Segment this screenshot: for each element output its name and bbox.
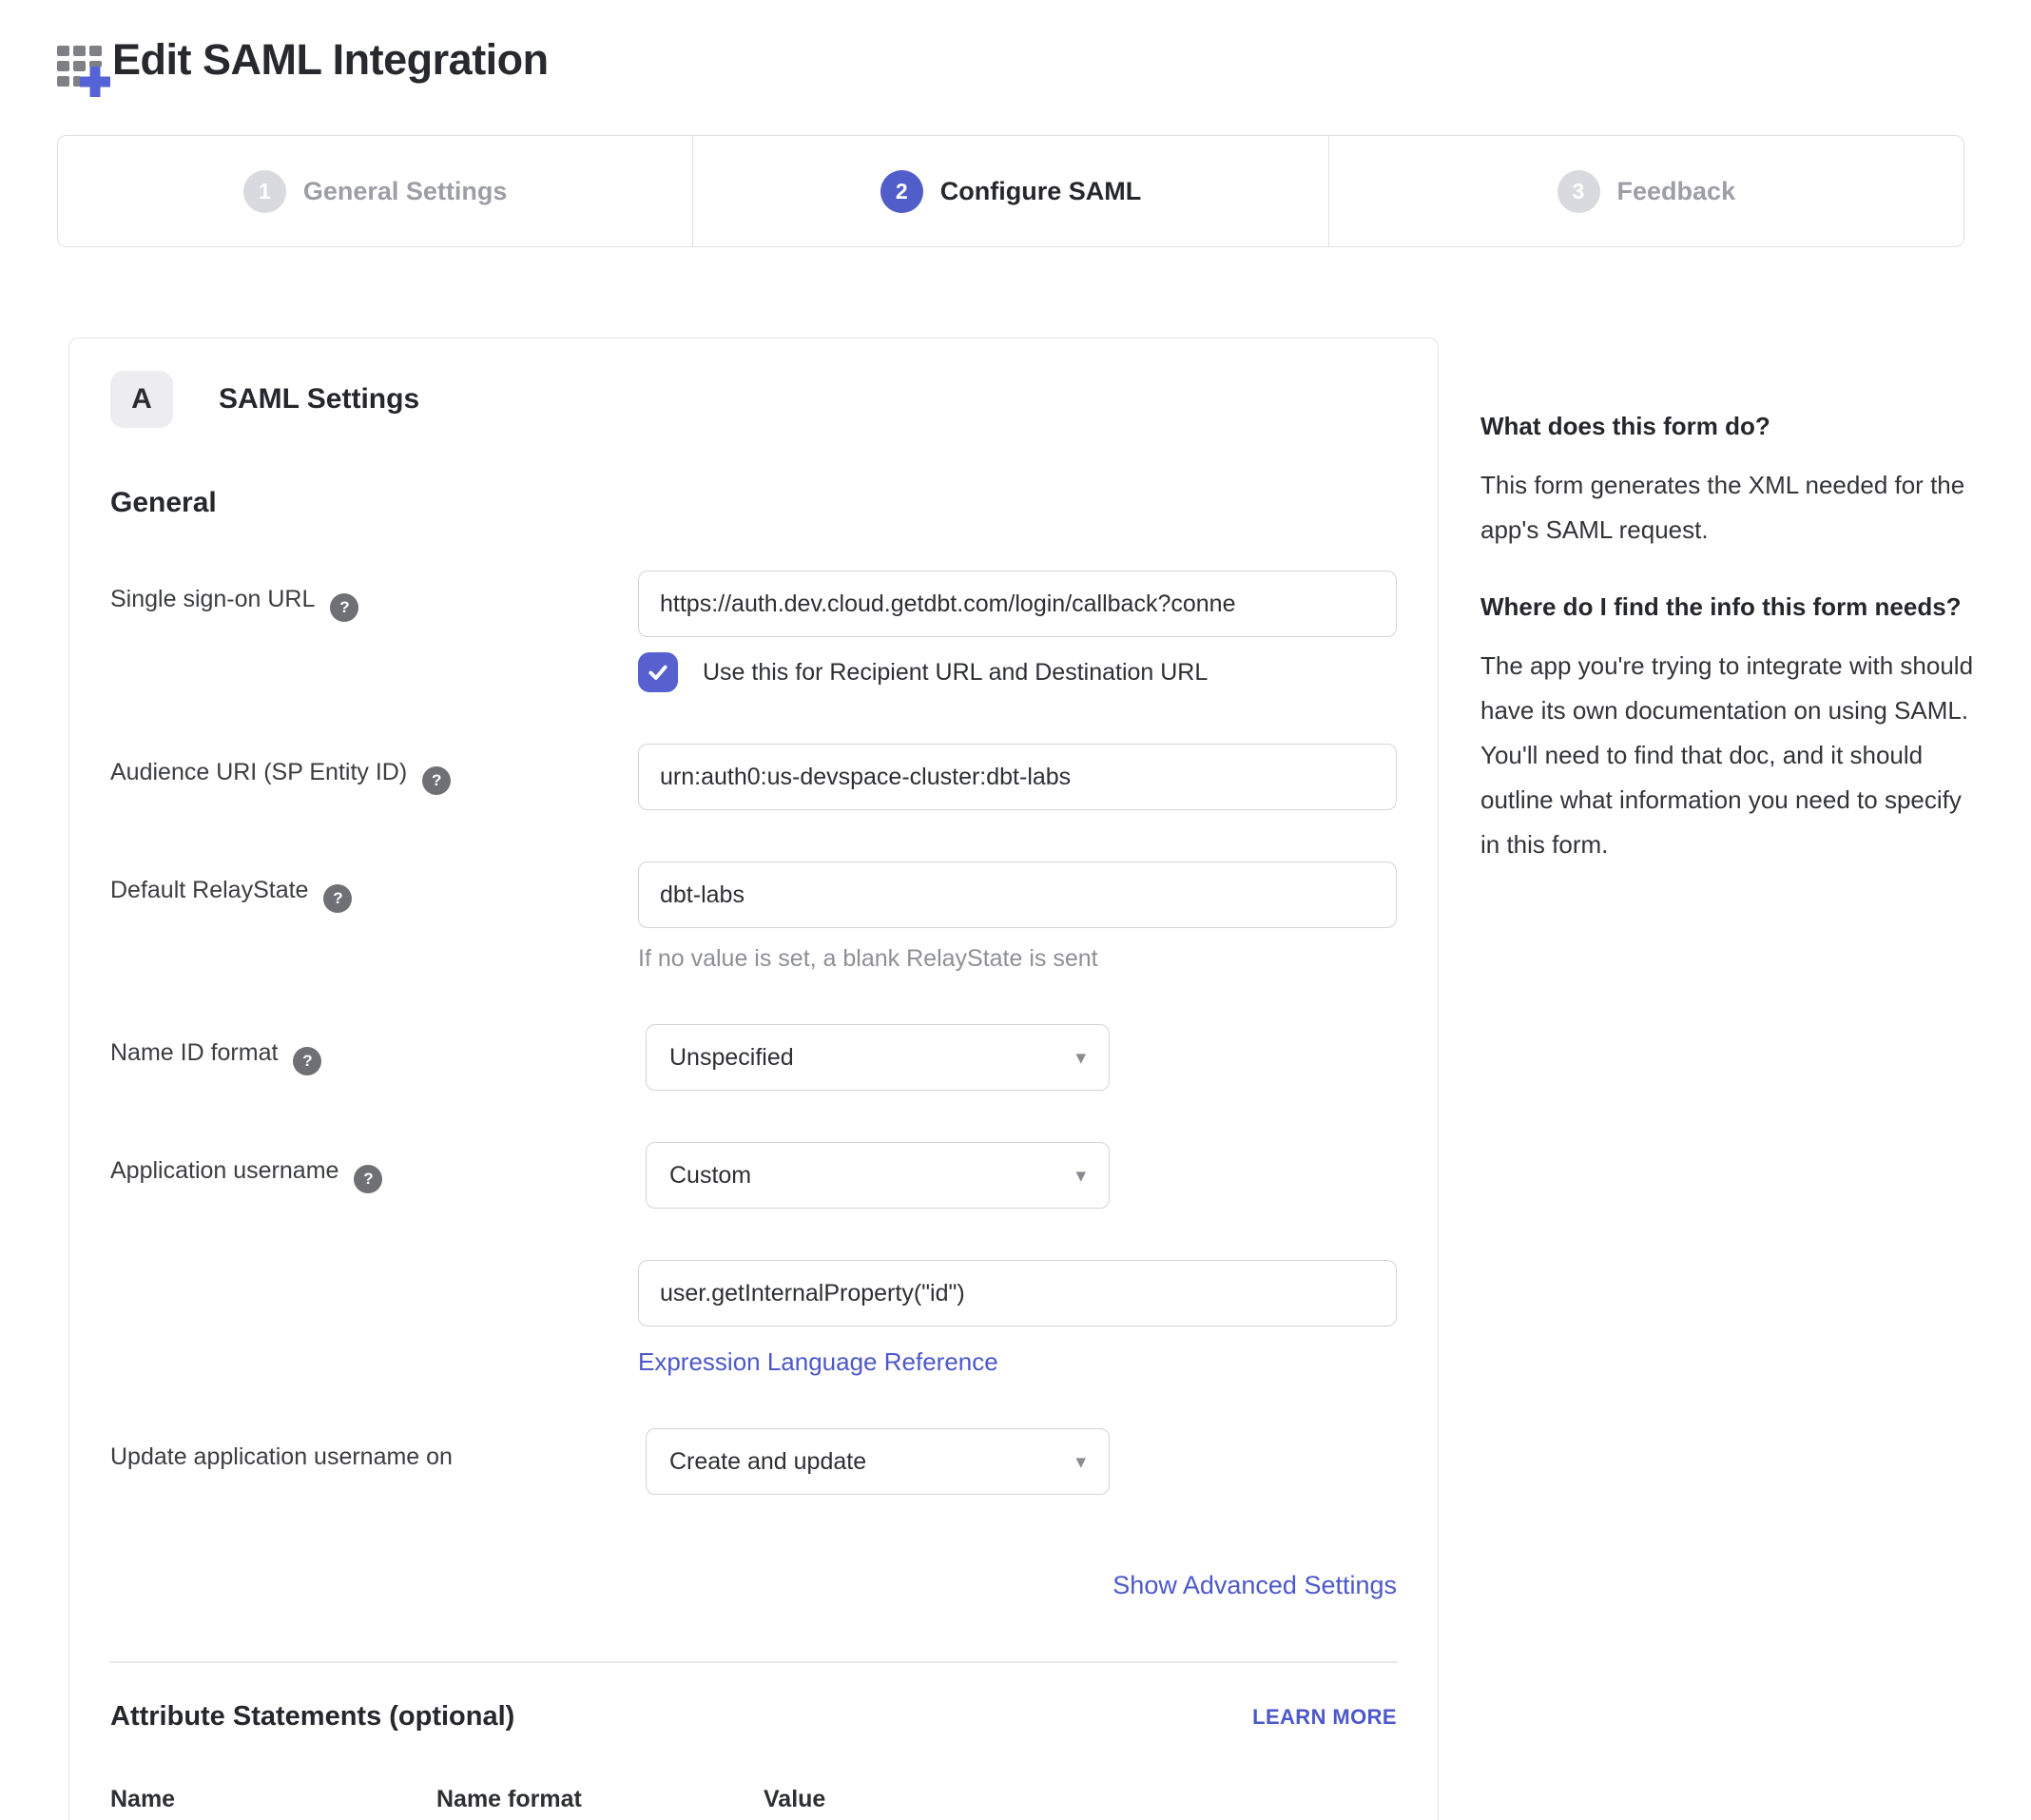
check-icon (646, 660, 670, 685)
custom-expression-input[interactable] (638, 1260, 1397, 1326)
sidebar-body-what: This form generates the XML needed for t… (1480, 463, 1979, 552)
chevron-down-icon: ▾ (1075, 1450, 1086, 1474)
page-title: Edit SAML Integration (112, 25, 549, 95)
name-id-format-help-icon[interactable]: ? (293, 1047, 321, 1075)
step-label: General Settings (303, 177, 508, 206)
sso-url-label: Single sign-on URL (110, 586, 315, 612)
sidebar-heading-where: Where do I find the info this form needs… (1480, 589, 1979, 625)
use-for-recipient-checkbox[interactable] (638, 652, 678, 692)
update-username-row: Update application username on Create an… (110, 1428, 1397, 1495)
name-id-format-select[interactable]: Unspecified ▾ (646, 1024, 1110, 1091)
column-header-value: Value (764, 1786, 1397, 1813)
section-divider (110, 1661, 1397, 1663)
show-advanced-settings-link[interactable]: Show Advanced Settings (1112, 1571, 1397, 1599)
update-username-label: Update application username on (110, 1443, 453, 1470)
panel-title: SAML Settings (219, 383, 419, 416)
application-username-select[interactable]: Custom ▾ (646, 1142, 1110, 1209)
relay-state-label: Default RelayState (110, 877, 308, 903)
step-label: Feedback (1617, 177, 1736, 206)
sidebar-heading-what: What does this form do? (1480, 408, 1979, 444)
sso-url-help-icon[interactable]: ? (330, 593, 358, 622)
section-badge: A (110, 371, 173, 428)
relay-state-help-icon[interactable]: ? (323, 884, 352, 913)
application-username-label: Application username (110, 1157, 338, 1184)
custom-expression-row: Expression Language Reference (110, 1260, 1397, 1377)
column-header-name: Name (110, 1786, 436, 1813)
column-header-name-format: Name format (436, 1786, 764, 1813)
audience-uri-input[interactable] (638, 744, 1397, 810)
step-configure-saml[interactable]: 2 Configure SAML (692, 136, 1327, 246)
chevron-down-icon: ▾ (1075, 1046, 1086, 1070)
audience-uri-row: Audience URI (SP Entity ID)? (110, 744, 1397, 810)
sso-url-input[interactable] (638, 571, 1397, 637)
application-username-value: Custom (669, 1162, 751, 1190)
application-username-row: Application username? Custom ▾ (110, 1142, 1397, 1209)
attribute-statements-title: Attribute Statements (optional) (110, 1701, 514, 1733)
recipient-url-checkbox-row: Use this for Recipient URL and Destinati… (638, 652, 1397, 692)
chevron-down-icon: ▾ (1075, 1164, 1086, 1188)
name-id-format-row: Name ID format? Unspecified ▾ (110, 1024, 1397, 1091)
sso-url-row: Single sign-on URL? Use this for Recipie… (110, 571, 1397, 692)
app-grid-plus-icon (55, 32, 110, 103)
update-username-select[interactable]: Create and update ▾ (646, 1428, 1110, 1495)
relay-state-input[interactable] (638, 862, 1397, 928)
expression-language-link[interactable]: Expression Language Reference (638, 1347, 998, 1377)
audience-uri-help-icon[interactable]: ? (422, 766, 451, 795)
name-id-format-label: Name ID format (110, 1039, 278, 1066)
step-general-settings[interactable]: 1 General Settings (58, 136, 692, 246)
audience-uri-label: Audience URI (SP Entity ID) (110, 759, 407, 785)
help-sidebar: What does this form do? This form genera… (1480, 338, 1979, 903)
relay-state-hint: If no value is set, a blank RelayState i… (638, 945, 1397, 973)
saml-settings-panel: A SAML Settings General Single sign-on U… (68, 338, 1439, 1820)
step-number-badge: 2 (880, 170, 923, 213)
panel-header: A SAML Settings (110, 371, 1397, 428)
learn-more-link[interactable]: LEARN MORE (1252, 1705, 1397, 1730)
application-username-help-icon[interactable]: ? (354, 1165, 382, 1193)
sidebar-body-where: The app you're trying to integrate with … (1480, 644, 1979, 867)
attribute-table-header: Name Name format Value (110, 1786, 1397, 1813)
name-id-format-value: Unspecified (669, 1044, 794, 1072)
step-feedback[interactable]: 3 Feedback (1328, 136, 1963, 246)
step-number-badge: 3 (1557, 170, 1600, 213)
step-label: Configure SAML (940, 177, 1141, 206)
relay-state-row: Default RelayState? If no value is set, … (110, 862, 1397, 973)
update-username-value: Create and update (669, 1448, 866, 1476)
attribute-statements-header: Attribute Statements (optional) LEARN MO… (110, 1701, 1397, 1733)
step-number-badge: 1 (243, 170, 286, 213)
page-header: Edit SAML Integration (0, 0, 2031, 103)
general-section-title: General (110, 487, 1397, 519)
wizard-stepper: 1 General Settings 2 Configure SAML 3 Fe… (57, 135, 1964, 247)
use-for-recipient-checkbox-label: Use this for Recipient URL and Destinati… (703, 659, 1208, 687)
